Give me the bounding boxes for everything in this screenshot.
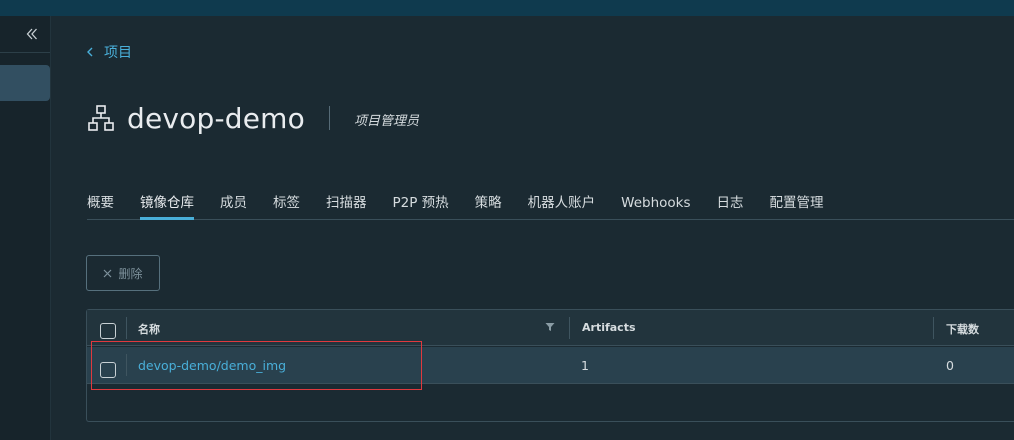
column-header-name[interactable]: 名称 xyxy=(138,321,160,337)
column-separator xyxy=(126,317,127,339)
tab-labels[interactable]: 标签 xyxy=(273,186,300,220)
delete-button[interactable]: 删除 xyxy=(86,255,160,291)
tab-repositories[interactable]: 镜像仓库 xyxy=(140,186,194,220)
select-all-checkbox[interactable] xyxy=(100,323,116,339)
main-content: 项目 devop-demo 项目管理员 概要 镜像仓库 成员 标签 扫描器 P2… xyxy=(51,16,1014,440)
artifacts-count: 1 xyxy=(581,358,589,373)
column-separator xyxy=(126,354,127,376)
close-icon xyxy=(104,269,112,277)
column-header-pulls[interactable]: 下载数 xyxy=(946,321,979,337)
page-title: devop-demo xyxy=(127,101,305,135)
back-to-projects-link[interactable]: 项目 xyxy=(86,42,132,62)
project-role: 项目管理员 xyxy=(353,114,419,129)
tab-robot-accounts[interactable]: 机器人账户 xyxy=(528,186,596,220)
project-tabs: 概要 镜像仓库 成员 标签 扫描器 P2P 预热 策略 机器人账户 Webhoo… xyxy=(87,186,1014,220)
tab-p2p-preheat[interactable]: P2P 预热 xyxy=(393,186,449,220)
page-title-row: devop-demo 项目管理员 xyxy=(87,100,419,136)
sidebar-collapse-button[interactable] xyxy=(0,18,50,50)
network-hierarchy-icon xyxy=(88,105,114,131)
column-separator xyxy=(569,317,570,339)
repository-name-link[interactable]: devop-demo/demo_img xyxy=(138,358,286,373)
tab-webhooks[interactable]: Webhooks xyxy=(621,186,690,220)
column-header-artifacts[interactable]: Artifacts xyxy=(582,321,636,334)
tab-members[interactable]: 成员 xyxy=(220,186,247,220)
tab-configuration[interactable]: 配置管理 xyxy=(770,186,824,220)
repository-table: 名称 Artifacts 下载数 devop-demo/demo_img 1 0 xyxy=(86,309,1014,422)
filter-icon[interactable] xyxy=(545,322,555,332)
back-link-label: 项目 xyxy=(104,45,132,61)
pull-count: 0 xyxy=(946,358,954,373)
column-separator xyxy=(933,317,934,339)
sidebar-item-active[interactable] xyxy=(0,65,50,101)
double-chevron-left-icon xyxy=(26,28,37,40)
table-header: 名称 Artifacts 下载数 xyxy=(87,310,1014,346)
chevron-left-icon xyxy=(87,47,93,57)
delete-button-label: 删除 xyxy=(118,266,143,281)
sidebar-separator xyxy=(0,52,50,53)
tab-scanner[interactable]: 扫描器 xyxy=(326,186,367,220)
tab-summary[interactable]: 概要 xyxy=(87,186,114,220)
top-header-bar xyxy=(0,0,1014,16)
tab-logs[interactable]: 日志 xyxy=(717,186,744,220)
table-row[interactable]: devop-demo/demo_img 1 0 xyxy=(87,347,1014,384)
tab-policy[interactable]: 策略 xyxy=(475,186,502,220)
row-checkbox[interactable] xyxy=(100,362,116,378)
title-divider xyxy=(328,106,330,130)
